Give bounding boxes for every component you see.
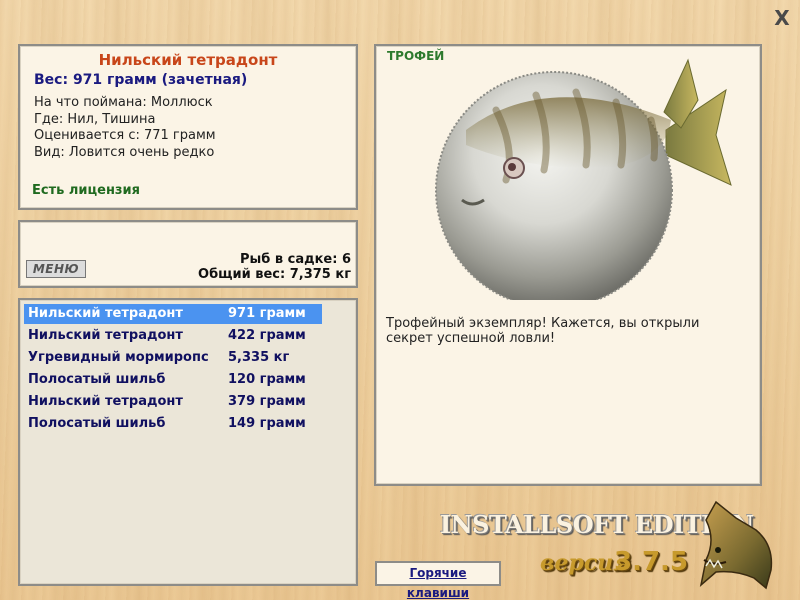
fish-count: Рыб в садке: 6 bbox=[239, 252, 351, 267]
license-status: Есть лицензия bbox=[32, 183, 140, 198]
location-line: Где: Нил, Тишина bbox=[34, 111, 156, 127]
fish-weight: Вес: 971 грамм (зачетная) bbox=[34, 72, 248, 88]
catch-fish-name: Полосатый шильб bbox=[28, 416, 166, 431]
catch-fish-name: Нильский тетрадонт bbox=[28, 328, 183, 343]
catch-list-item[interactable]: Нильский тетрадонт 422 грамм bbox=[24, 326, 322, 346]
cage-summary-panel: МЕНЮ Рыб в садке: 6 Общий вес: 7,375 кг bbox=[18, 220, 358, 288]
catch-list: Нильский тетрадонт 971 грамм Нильский те… bbox=[18, 298, 358, 586]
pufferfish-image bbox=[435, 58, 732, 300]
catch-fish-weight: 971 грамм bbox=[228, 306, 306, 321]
catch-fish-weight: 422 грамм bbox=[228, 328, 306, 343]
catch-fish-weight: 5,335 кг bbox=[228, 350, 290, 365]
menu-button[interactable]: МЕНЮ bbox=[26, 260, 86, 278]
catch-list-item[interactable]: Полосатый шильб 120 грамм bbox=[24, 370, 322, 390]
catch-fish-name: Полосатый шильб bbox=[28, 372, 166, 387]
rating-line: Оценивается с: 771 грамм bbox=[34, 128, 216, 143]
fish-name-title: Нильский тетрадонт bbox=[98, 51, 278, 69]
catch-list-item[interactable]: Полосатый шильб 149 грамм bbox=[24, 414, 322, 434]
hotkeys-button[interactable]: Горячие клавиши bbox=[375, 561, 501, 600]
total-weight: Общий вес: 7,375 кг bbox=[198, 267, 351, 282]
fish-info-panel: Нильский тетрадонт Вес: 971 грамм (зачет… bbox=[18, 44, 358, 210]
catch-fish-name: Нильский тетрадонт bbox=[28, 394, 183, 409]
trophy-panel: ТРОФЕЙ Трофейный экземпляр! Кажется, вы … bbox=[374, 44, 762, 486]
trophy-message: Трофейный экземпляр! Кажется, вы открыли… bbox=[386, 316, 700, 346]
catch-list-item[interactable]: Угревидный мормиропс 5,335 кг bbox=[24, 348, 322, 368]
catch-list-item[interactable]: Нильский тетрадонт 379 грамм bbox=[24, 392, 322, 412]
catch-fish-weight: 149 грамм bbox=[228, 416, 306, 431]
bait-line: На что поймана: Моллюск bbox=[34, 95, 213, 110]
fish-details: На что поймана: Моллюск Где: Нил, Тишина… bbox=[34, 95, 216, 161]
close-button[interactable]: X bbox=[772, 8, 792, 28]
catch-fish-weight: 120 грамм bbox=[228, 372, 306, 387]
rarity-line: Вид: Ловится очень редко bbox=[34, 144, 215, 160]
catch-fish-weight: 379 грамм bbox=[228, 394, 306, 409]
catch-fish-name: Нильский тетрадонт bbox=[28, 306, 183, 321]
pike-logo bbox=[699, 500, 773, 590]
catch-fish-name: Угревидный мормиропс bbox=[28, 350, 209, 365]
catch-list-item[interactable]: Нильский тетрадонт 971 грамм bbox=[24, 304, 322, 324]
close-icon: X bbox=[774, 6, 790, 30]
version-number: 3.7.5 bbox=[614, 547, 689, 577]
